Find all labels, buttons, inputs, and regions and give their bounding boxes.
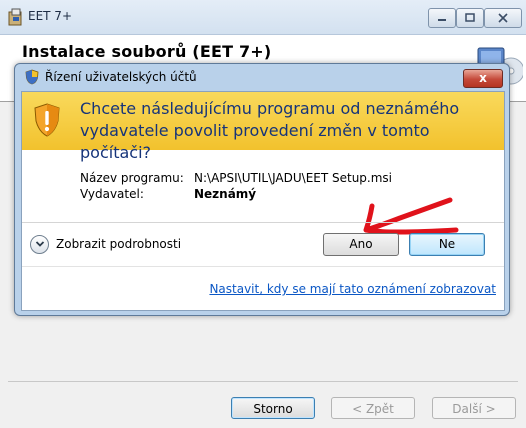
publisher-value: Neznámý [194, 187, 257, 201]
program-value: N:\APSI\UTIL\JADU\EET Setup.msi [194, 171, 393, 185]
show-details-toggle[interactable]: Zobrazit podrobnosti [30, 233, 181, 255]
window-close-button[interactable] [484, 8, 522, 28]
program-row: Název programu: N:\APSI\UTIL\JADU\EET Se… [80, 171, 500, 187]
show-details-label[interactable]: Zobrazit podrobnosti [56, 237, 181, 251]
publisher-label: Vydavatel: [80, 187, 144, 201]
installer-package-icon [8, 8, 24, 26]
maximize-button[interactable] [456, 8, 484, 28]
close-icon [498, 13, 508, 23]
notification-settings-link[interactable]: Nastavit, kdy se mají tato oznámení zobr… [209, 282, 496, 296]
chevron-down-icon[interactable] [30, 234, 49, 254]
uac-dialog: Řízení uživatelských účtů x Chcete násle… [14, 63, 510, 316]
cancel-button[interactable]: Storno [231, 397, 315, 419]
uac-warning-banner: Chcete následujícímu programu od neznámé… [22, 92, 504, 162]
program-label: Název programu: [80, 171, 184, 185]
installer-window-title: EET 7+ [28, 9, 72, 23]
back-button[interactable]: < Zpět [331, 397, 415, 419]
installer-heading: Instalace souborů (EET 7+) [22, 42, 272, 61]
yes-button[interactable]: Ano [323, 233, 399, 256]
minimize-icon [438, 19, 446, 21]
warning-shield-icon [32, 102, 62, 138]
uac-title: Řízení uživatelských účtů [45, 70, 197, 84]
uac-shield-icon [25, 69, 39, 85]
no-button[interactable]: Ne [409, 233, 485, 256]
uac-footer-divider [22, 266, 504, 267]
minimize-button[interactable] [428, 8, 456, 28]
uac-titlebar[interactable]: Řízení uživatelských účtů x [15, 64, 509, 90]
uac-question-text: Chcete následujícímu programu od neznámé… [80, 99, 460, 162]
next-button[interactable]: Další > [432, 397, 516, 419]
uac-divider [22, 222, 504, 223]
installer-titlebar[interactable]: EET 7+ [0, 0, 526, 35]
uac-body: Chcete následujícímu programu od neznámé… [21, 91, 505, 311]
maximize-icon [465, 13, 475, 22]
uac-close-button[interactable]: x [463, 69, 503, 88]
installer-footer-divider [8, 381, 518, 382]
